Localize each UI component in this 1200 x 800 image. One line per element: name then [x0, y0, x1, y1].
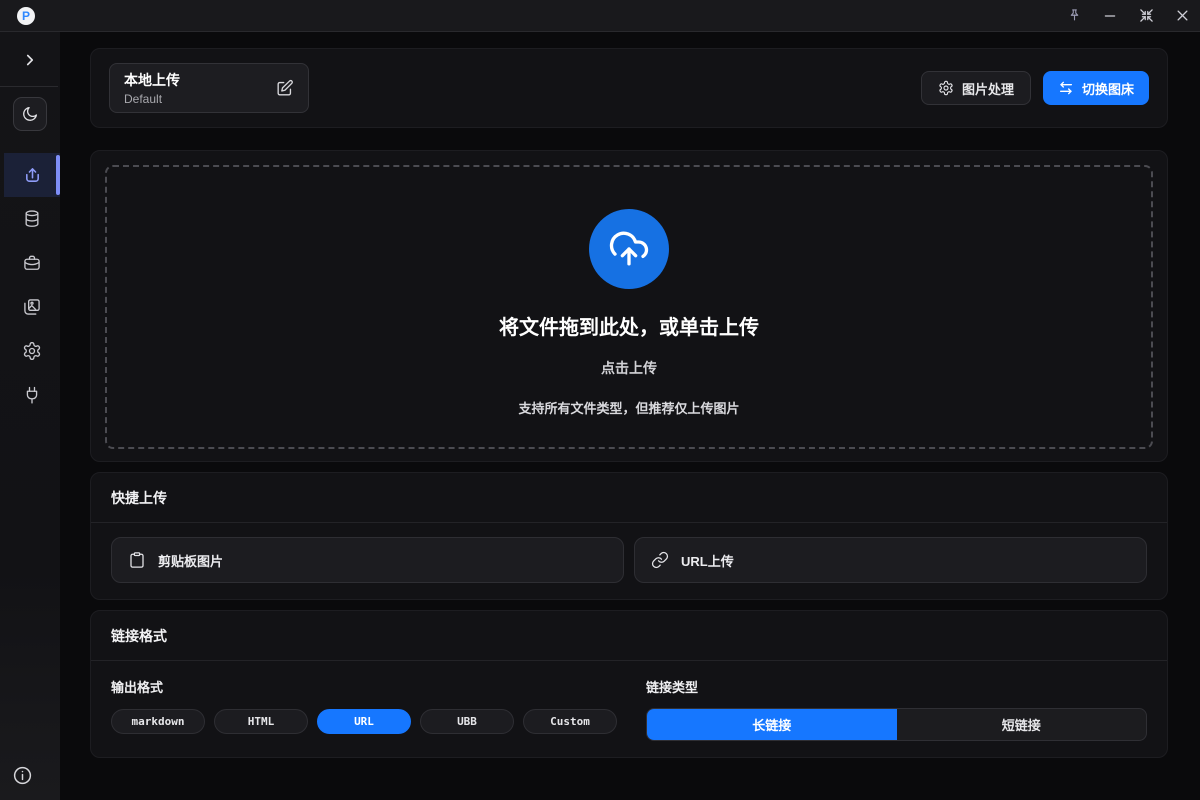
link-format-title: 链接格式 — [111, 626, 167, 646]
upload-icon — [22, 165, 43, 186]
quick-upload-title: 快捷上传 — [111, 488, 167, 508]
file-dropzone[interactable]: 将文件拖到此处，或单击上传 点击上传 支持所有文件类型，但推荐仅上传图片 — [105, 165, 1153, 449]
app-logo: P — [17, 7, 35, 25]
clipboard-upload-button[interactable]: 剪贴板图片 — [111, 537, 624, 583]
header-actions: 图片处理 切换图床 — [921, 71, 1149, 105]
about-button[interactable] — [12, 764, 34, 786]
chevron-right-icon — [21, 51, 39, 69]
url-upload-label: URL上传 — [681, 551, 734, 570]
uploader-name: 本地上传 — [124, 70, 180, 90]
sidebar-item-plugins[interactable] — [4, 373, 60, 417]
format-option-html[interactable]: HTML — [214, 709, 308, 734]
uploader-header-card: 本地上传 Default 图片处理 — [90, 48, 1168, 128]
gear-icon — [938, 80, 954, 96]
format-option-url[interactable]: URL — [317, 709, 411, 734]
sidebar-nav — [0, 153, 60, 417]
link-type-short[interactable]: 短链接 — [897, 709, 1147, 740]
dropzone-click-text[interactable]: 点击上传 — [601, 358, 657, 378]
upload-circle-button[interactable] — [589, 209, 669, 289]
restore-button[interactable] — [1128, 0, 1164, 32]
current-uploader-selector[interactable]: 本地上传 Default — [109, 63, 309, 113]
upload-card: 将文件拖到此处，或单击上传 点击上传 支持所有文件类型，但推荐仅上传图片 — [90, 150, 1168, 462]
format-option-custom[interactable]: Custom — [523, 709, 617, 734]
quick-upload-header: 快捷上传 — [91, 473, 1167, 523]
link-icon — [651, 551, 669, 569]
sidebar-item-upload[interactable] — [4, 153, 60, 197]
database-icon — [22, 209, 42, 229]
dropzone-title: 将文件拖到此处，或单击上传 — [499, 311, 759, 340]
link-type-long[interactable]: 长链接 — [647, 709, 897, 740]
pin-icon — [1067, 8, 1082, 23]
minimize-icon — [1103, 9, 1117, 23]
sidebar-item-settings[interactable] — [4, 329, 60, 373]
gear-icon — [22, 341, 42, 361]
swap-arrows-icon — [1058, 80, 1074, 96]
output-format-options: markdown HTML URL UBB Custom — [111, 709, 617, 734]
images-icon — [22, 297, 42, 317]
plug-icon — [22, 385, 42, 405]
quick-upload-card: 快捷上传 剪贴板图片 URL上传 — [90, 472, 1168, 600]
link-type-group: 链接类型 长链接 短链接 — [646, 671, 1147, 741]
link-format-card: 链接格式 输出格式 markdown HTML URL UBB Custom 链… — [90, 610, 1168, 758]
link-type-toggle: 长链接 短链接 — [646, 708, 1147, 741]
titlebar: P — [0, 0, 1200, 32]
edit-icon[interactable] — [275, 79, 294, 98]
sidebar-item-bucket[interactable] — [4, 241, 60, 285]
link-format-header: 链接格式 — [91, 611, 1167, 661]
close-icon — [1175, 8, 1190, 23]
url-upload-button[interactable]: URL上传 — [634, 537, 1147, 583]
image-process-button[interactable]: 图片处理 — [921, 71, 1031, 105]
close-button[interactable] — [1164, 0, 1200, 32]
briefcase-icon — [22, 253, 42, 273]
sidebar-item-gallery[interactable] — [4, 285, 60, 329]
quick-upload-body: 剪贴板图片 URL上传 — [91, 523, 1167, 583]
switch-bed-button[interactable]: 切换图床 — [1043, 71, 1149, 105]
clipboard-icon — [128, 551, 146, 569]
logo-letter: P — [22, 9, 30, 23]
sidebar-item-album[interactable] — [4, 197, 60, 241]
output-format-group: 输出格式 markdown HTML URL UBB Custom — [111, 671, 617, 741]
cloud-upload-icon — [608, 228, 650, 270]
window-controls — [1056, 0, 1200, 32]
image-process-label: 图片处理 — [962, 79, 1014, 98]
uploader-profile: 本地上传 Default — [124, 70, 180, 106]
minimize-button[interactable] — [1092, 0, 1128, 32]
output-format-label: 输出格式 — [111, 677, 617, 696]
clipboard-upload-label: 剪贴板图片 — [158, 551, 223, 570]
sidebar-divider — [0, 86, 58, 87]
format-option-markdown[interactable]: markdown — [111, 709, 205, 734]
sidebar-expand-button[interactable] — [0, 40, 60, 80]
switch-bed-label: 切换图床 — [1082, 79, 1134, 98]
moon-icon — [21, 105, 39, 123]
theme-toggle-button[interactable] — [13, 97, 47, 131]
link-format-body: 输出格式 markdown HTML URL UBB Custom 链接类型 长… — [91, 661, 1167, 741]
link-type-label: 链接类型 — [646, 677, 1147, 696]
uploader-config-name: Default — [124, 92, 180, 106]
pin-window-button[interactable] — [1056, 0, 1092, 32]
sidebar — [0, 32, 60, 800]
format-option-ubb[interactable]: UBB — [420, 709, 514, 734]
dropzone-hint: 支持所有文件类型，但推荐仅上传图片 — [518, 398, 739, 417]
info-icon — [12, 765, 34, 786]
arrows-pointing-in-icon — [1139, 8, 1154, 23]
